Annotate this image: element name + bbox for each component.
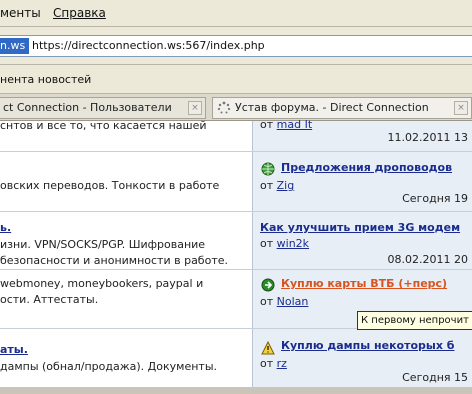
- forum-title-link[interactable]: аты.: [0, 343, 28, 356]
- address-selected-text: n.ws: [0, 38, 30, 54]
- arrow-right-icon: [261, 277, 275, 292]
- last-post-author: от Zig: [260, 179, 295, 192]
- menu-item-tools[interactable]: менты: [0, 6, 41, 20]
- forum-table: снтов и все то, что касается нашей от ma…: [0, 118, 472, 387]
- thread-link[interactable]: Куплю дампы некоторых б: [281, 339, 454, 352]
- tab-bar: ct Connection - Пользователи × Устав фор…: [0, 94, 472, 121]
- address-input[interactable]: n.ws https://directconnection.ws:567/ind…: [0, 35, 472, 57]
- row-divider: [0, 211, 472, 212]
- thread-link[interactable]: Предложения дроповодов: [281, 161, 452, 174]
- bookmarks-bar: нента новостей: [0, 65, 472, 94]
- menu-bar: менты Справка: [0, 0, 472, 27]
- last-post-author: от rz: [260, 357, 287, 370]
- last-post-author: от Nolan: [260, 295, 309, 308]
- thread-link[interactable]: Как улучшить прием 3G модем: [260, 221, 460, 234]
- bookmark-news-feed[interactable]: нента новостей: [0, 73, 91, 86]
- menu-item-help[interactable]: Справка: [53, 6, 106, 20]
- last-post-date: Сегодня 19: [402, 192, 468, 205]
- user-link[interactable]: mad It: [277, 118, 313, 131]
- forum-description: снтов и все то, что касается нашей: [0, 119, 207, 132]
- forum-title-link[interactable]: ь.: [0, 221, 11, 234]
- row-divider: [0, 151, 472, 152]
- forum-description: изни. VPN/SOCKS/PGP. Шифрование: [0, 238, 206, 251]
- last-post-date: 11.02.2011 13: [387, 131, 468, 144]
- forum-description: овских переводов. Тонкости в работе: [0, 179, 220, 192]
- last-post-date: Сегодня 15: [402, 371, 468, 384]
- tab-users-label: ct Connection - Пользователи: [3, 101, 172, 114]
- loading-icon: [217, 101, 231, 115]
- address-url: https://directconnection.ws:567/index.ph…: [32, 39, 265, 52]
- address-bar: n.ws https://directconnection.ws:567/ind…: [0, 27, 472, 65]
- close-icon[interactable]: ×: [188, 101, 202, 115]
- thread-link[interactable]: Куплю карты ВТБ (+перс): [281, 277, 447, 290]
- tab-users[interactable]: ct Connection - Пользователи ×: [0, 97, 206, 119]
- last-post-date: 08.02.2011 20: [387, 253, 468, 266]
- forum-description: ости. Аттестаты.: [0, 293, 99, 306]
- user-link[interactable]: Nolan: [277, 295, 309, 308]
- close-icon[interactable]: ×: [454, 101, 468, 115]
- row-divider: [0, 269, 472, 270]
- forum-description: webmoney, moneybookers, paypal и: [0, 277, 204, 290]
- user-link[interactable]: rz: [277, 357, 287, 370]
- forum-description: дампы (обнал/продажа). Документы.: [0, 360, 218, 373]
- forum-description: безопасности и анонимности в работе.: [0, 254, 228, 267]
- tab-forum-rules[interactable]: Устав форума. - Direct Connection ×: [212, 97, 472, 119]
- globe-icon: [261, 161, 275, 176]
- user-link[interactable]: win2k: [277, 237, 309, 250]
- last-post-author: от win2k: [260, 237, 310, 250]
- last-post-author: от mad It: [260, 118, 313, 131]
- tab-forum-rules-label: Устав форума. - Direct Connection: [235, 101, 429, 114]
- status-bar: [0, 387, 472, 394]
- warning-icon: [261, 340, 275, 355]
- tooltip: К первому непрочит: [357, 311, 472, 330]
- user-link[interactable]: Zig: [277, 179, 295, 192]
